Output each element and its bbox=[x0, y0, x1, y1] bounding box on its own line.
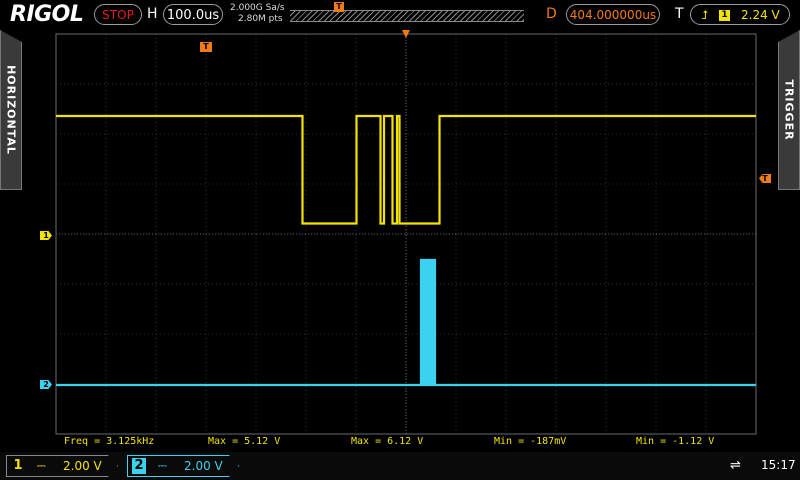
horizontal-tab-label: HORIZONTAL bbox=[4, 65, 18, 155]
channel-2-settings[interactable]: 2 ⎓ 2.00 V bbox=[127, 455, 239, 477]
delay-label: D bbox=[546, 6, 557, 22]
brand-logo: RIGOL bbox=[10, 2, 84, 27]
clock: 15:17 bbox=[761, 458, 796, 472]
trigger-menu-tab[interactable]: TRIGGER bbox=[778, 30, 800, 190]
channel-1-settings[interactable]: 1 ⎓ 2.00 V bbox=[6, 455, 118, 477]
horizontal-label: H bbox=[147, 6, 158, 22]
sample-rate: 2.000G Sa/s bbox=[230, 3, 285, 13]
trigger-position-marker[interactable]: T bbox=[200, 42, 212, 52]
trigger-source-badge: 1 bbox=[719, 10, 730, 21]
measurement-max-ch2[interactable]: Max = 6.12 V bbox=[351, 436, 423, 447]
channel-1-badge: 1 bbox=[13, 458, 23, 473]
channel-2-scale: 2.00 V bbox=[184, 459, 223, 473]
trigger-settings[interactable]: ⮥ 1 2.24 V bbox=[690, 4, 790, 25]
run-stop-indicator[interactable]: STOP bbox=[94, 4, 142, 25]
waveform-display bbox=[55, 33, 757, 435]
acquisition-info: 2.000G Sa/s 2.80M pts bbox=[230, 3, 285, 25]
measurement-bar: Freq = 3.125kHz Max = 5.12 V Max = 6.12 … bbox=[56, 434, 756, 448]
usb-icon: ⇌ bbox=[730, 458, 741, 473]
status-bar: RIGOL STOP H 100.0us 2.000G Sa/s 2.80M p… bbox=[0, 0, 800, 30]
horizontal-menu-tab[interactable]: HORIZONTAL bbox=[0, 30, 22, 190]
timebase-value[interactable]: 100.0us bbox=[163, 4, 223, 25]
channel-1-scale: 2.00 V bbox=[63, 459, 102, 473]
delay-value[interactable]: 404.000000us bbox=[566, 4, 660, 25]
channel-bar: 1 ⎓ 2.00 V 2 ⎓ 2.00 V ⇌ 15:17 bbox=[0, 452, 800, 480]
memory-depth: 2.80M pts bbox=[238, 14, 283, 24]
dc-coupling-icon: ⎓ bbox=[37, 459, 46, 472]
measurement-min-ch2[interactable]: Min = -1.12 V bbox=[636, 436, 714, 447]
memory-trigger-marker: T bbox=[334, 2, 344, 12]
memory-position-bar[interactable] bbox=[290, 10, 524, 22]
measurement-min-ch1[interactable]: Min = -187mV bbox=[494, 436, 566, 447]
measurement-max-ch1[interactable]: Max = 5.12 V bbox=[208, 436, 280, 447]
rising-edge-icon: ⮥ bbox=[701, 8, 709, 22]
trigger-tab-label: TRIGGER bbox=[782, 79, 796, 141]
channel-2-badge: 2 bbox=[132, 458, 146, 474]
measurement-freq[interactable]: Freq = 3.125kHz bbox=[64, 436, 154, 447]
dc-coupling-icon: ⎓ bbox=[158, 459, 167, 472]
trigger-level-value: 2.24 V bbox=[741, 8, 780, 22]
trigger-label: T bbox=[675, 6, 684, 22]
